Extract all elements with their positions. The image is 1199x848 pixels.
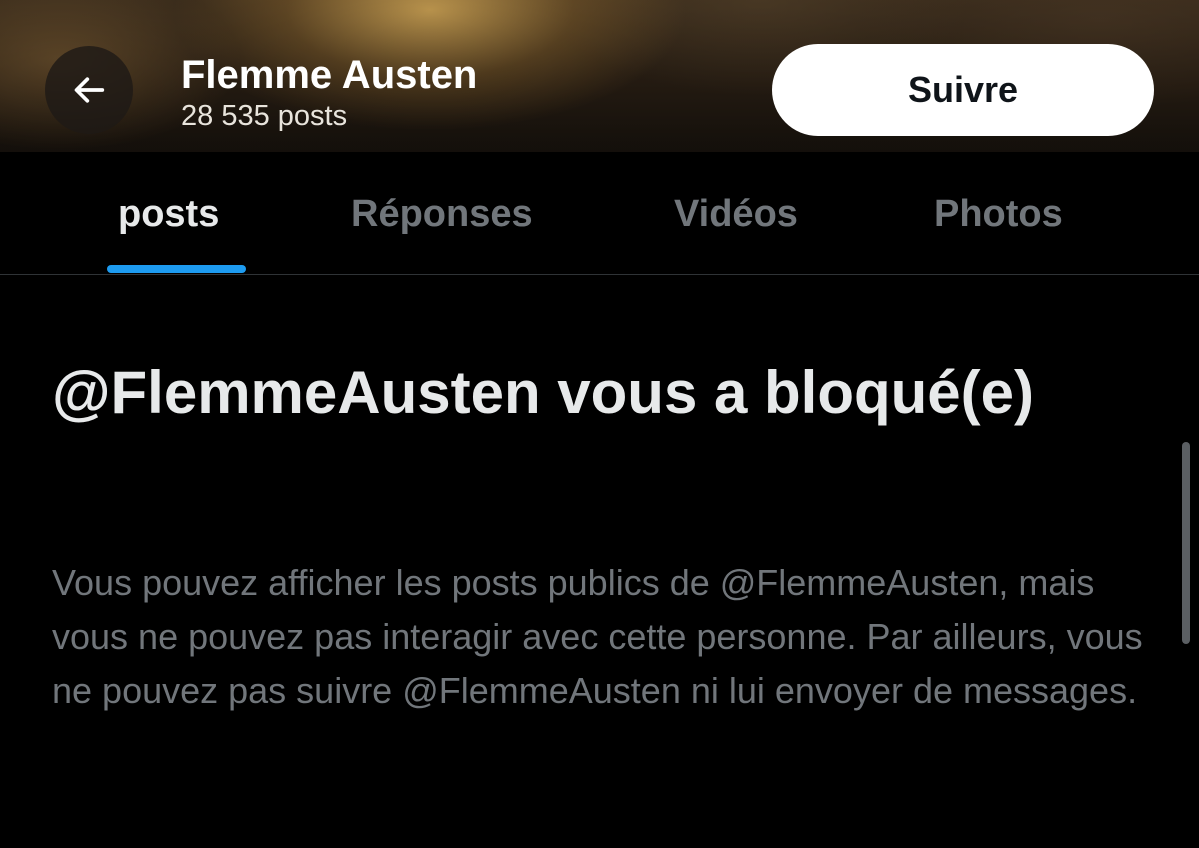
- tab-videos[interactable]: Vidéos: [674, 192, 798, 236]
- tab-replies[interactable]: Réponses: [351, 192, 533, 236]
- follow-button[interactable]: Suivre: [772, 44, 1154, 136]
- blocked-description: Vous pouvez afficher les posts publics d…: [52, 562, 1143, 711]
- scrollbar[interactable]: [1182, 442, 1190, 644]
- back-button[interactable]: [45, 46, 133, 134]
- tab-photos[interactable]: Photos: [934, 192, 1063, 236]
- profile-screen: Flemme Austen 28 535 posts Suivre posts …: [0, 0, 1199, 848]
- blocked-title: @FlemmeAusten vous a bloqué(e): [52, 359, 1035, 426]
- active-tab-indicator: [107, 265, 246, 273]
- tab-posts[interactable]: posts: [118, 192, 219, 236]
- profile-name: Flemme Austen: [181, 53, 478, 97]
- post-count: 28 535 posts: [181, 100, 348, 132]
- profile-header: Flemme Austen 28 535 posts Suivre: [0, 0, 1199, 152]
- profile-tabs: posts Réponses Vidéos Photos: [0, 152, 1199, 275]
- arrow-left-icon: [69, 70, 109, 110]
